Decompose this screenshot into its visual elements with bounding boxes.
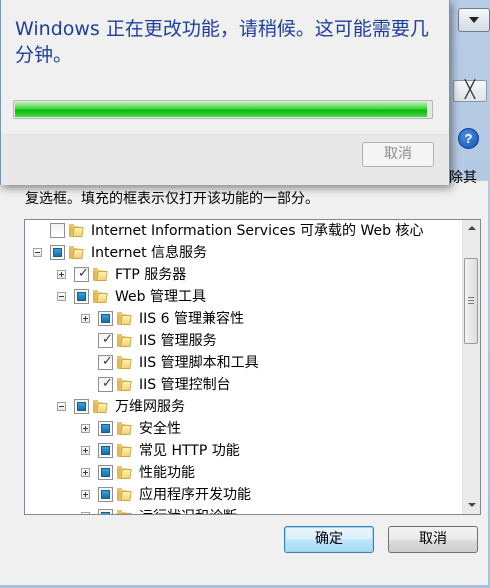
feature-checkbox[interactable] — [98, 509, 113, 514]
tree-item-label: 万维网服务 — [115, 399, 185, 415]
chevron-down-icon[interactable] — [458, 8, 490, 32]
folder-icon — [117, 444, 133, 457]
cancel-button[interactable]: 取消 — [388, 526, 478, 553]
tree-item[interactable]: ✓ IIS 管理服务 — [25, 330, 462, 352]
feature-checkbox[interactable] — [98, 487, 113, 502]
tree-item[interactable]: 性能功能 — [25, 462, 462, 484]
feature-checkbox[interactable] — [74, 399, 89, 414]
tree-item-label: FTP 服务器 — [115, 267, 187, 283]
tree-item-label: 常见 HTTP 功能 — [139, 443, 240, 459]
tree-item-label: 性能功能 — [139, 465, 195, 481]
tree-item[interactable]: 运行状况和诊断 — [25, 506, 462, 514]
tree-item-label: Web 管理工具 — [115, 289, 206, 305]
tree-item-label: 安全性 — [139, 421, 181, 437]
tree-scrollbar[interactable] — [462, 220, 480, 514]
feature-checkbox[interactable] — [98, 465, 113, 480]
description-text: 复选框。填充的框表示仅打开该功能的一部分。 — [25, 191, 319, 207]
feature-checkbox[interactable]: ✓ — [98, 354, 113, 370]
tree-item[interactable]: 万维网服务 — [25, 396, 462, 418]
feature-checkbox[interactable]: ✓ — [98, 376, 113, 392]
collapse-minus-icon[interactable] — [57, 292, 66, 301]
feature-checkbox[interactable]: ✓ — [74, 266, 89, 282]
collapse-minus-icon[interactable] — [57, 402, 66, 411]
folder-icon — [117, 356, 133, 369]
progress-bar — [13, 100, 433, 119]
folder-icon — [117, 422, 133, 435]
tree-item[interactable]: 常见 HTTP 功能 — [25, 440, 462, 462]
folder-icon — [69, 224, 85, 237]
tree-item[interactable]: Web 管理工具 — [25, 286, 462, 308]
expand-plus-icon[interactable] — [81, 490, 90, 499]
tree-item-label: IIS 6 管理兼容性 — [139, 311, 244, 327]
folder-icon — [117, 488, 133, 501]
progress-bar-fill — [15, 102, 427, 117]
tree-item[interactable]: ✓ FTP 服务器 — [25, 264, 462, 286]
folder-icon — [69, 246, 85, 259]
tree-item-label: 应用程序开发功能 — [139, 487, 251, 503]
folder-icon — [117, 510, 133, 514]
tree-item[interactable]: ✓ IIS 管理控制台 — [25, 374, 462, 396]
feature-checkbox[interactable]: ✓ — [98, 332, 113, 348]
tree-item[interactable]: Internet 信息服务 — [25, 242, 462, 264]
feature-checkbox[interactable] — [98, 421, 113, 436]
expand-plus-icon[interactable] — [81, 424, 90, 433]
expand-plus-icon[interactable] — [81, 468, 90, 477]
scroll-up-arrow[interactable] — [463, 220, 480, 237]
folder-icon — [117, 378, 133, 391]
feature-checkbox[interactable] — [74, 289, 89, 304]
expand-plus-icon[interactable] — [81, 446, 90, 455]
folder-icon — [93, 268, 109, 281]
help-icon[interactable]: ? — [458, 128, 479, 149]
progress-dialog: Windows 正在更改功能，请稍候。这可能需要几分钟。 取消 — [0, 0, 450, 185]
feature-checkbox[interactable] — [98, 443, 113, 458]
expand-plus-icon[interactable] — [57, 270, 66, 279]
tree-item-label: IIS 管理脚本和工具 — [139, 355, 259, 371]
tree-item[interactable]: ✓ IIS 管理脚本和工具 — [25, 352, 462, 374]
expand-plus-icon[interactable] — [81, 314, 90, 323]
tree-item-label: Internet 信息服务 — [91, 245, 208, 261]
folder-icon — [117, 312, 133, 325]
tree-item[interactable]: 应用程序开发功能 — [25, 484, 462, 506]
tree-item-label: Internet Information Services 可承载的 Web 核… — [91, 223, 424, 239]
ok-button[interactable]: 确定 — [284, 526, 374, 553]
tree-item[interactable]: IIS 6 管理兼容性 — [25, 308, 462, 330]
tree-item-label: IIS 管理服务 — [139, 333, 217, 349]
folder-icon — [117, 466, 133, 479]
tree-item-label: 运行状况和诊断 — [139, 506, 237, 514]
feature-checkbox[interactable] — [50, 245, 65, 260]
scroll-thumb[interactable] — [464, 258, 478, 344]
feature-checkbox[interactable] — [50, 223, 65, 238]
close-icon[interactable]: ╳ — [453, 80, 487, 102]
tree-item[interactable]: 安全性 — [25, 418, 462, 440]
progress-cancel-button[interactable]: 取消 — [362, 142, 434, 167]
tree-item-label: IIS 管理控制台 — [139, 377, 231, 393]
feature-checkbox[interactable] — [98, 311, 113, 326]
expand-plus-icon[interactable] — [81, 512, 90, 514]
collapse-minus-icon[interactable] — [33, 248, 42, 257]
folder-icon — [117, 334, 133, 347]
tree-item[interactable]: Internet Information Services 可承载的 Web 核… — [25, 220, 462, 242]
progress-message: Windows 正在更改功能，请稍候。这可能需要几分钟。 — [15, 18, 429, 66]
description-text-tail: 除其 — [449, 170, 477, 186]
features-tree[interactable]: Internet Information Services 可承载的 Web 核… — [24, 219, 481, 515]
folder-icon — [93, 400, 109, 413]
folder-icon — [93, 290, 109, 303]
scroll-down-arrow[interactable] — [463, 497, 480, 514]
